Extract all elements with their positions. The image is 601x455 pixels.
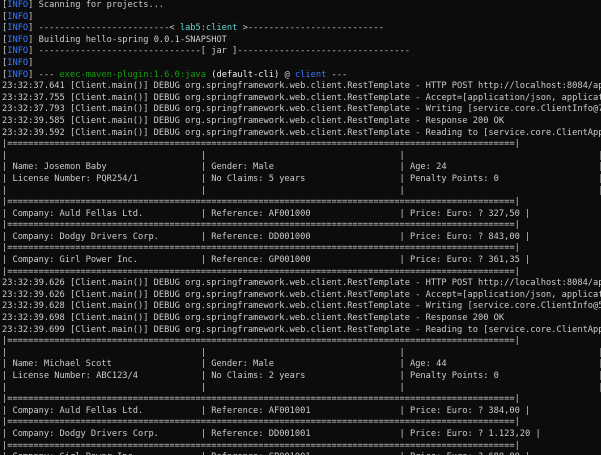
info-tag: INFO [7, 34, 29, 45]
terminal-line: | | | | [2, 348, 601, 360]
terminal-line: 23:32:37.793 [Client.main()] DEBUG org.s… [2, 104, 601, 116]
terminal-line: [INFO] [2, 58, 601, 70]
log-text: |=======================================… [2, 197, 520, 208]
terminal-line: 23:32:39.592 [Client.main()] DEBUG org.s… [2, 128, 601, 140]
log-text: | | | | [2, 150, 601, 161]
bracket: ] [28, 0, 39, 10]
terminal-line: | Name: Michael Scott | Gender: Male | A… [2, 359, 601, 371]
log-text: |=======================================… [2, 336, 520, 347]
info-tag: INFO [7, 57, 29, 68]
log-text: | | | | [2, 382, 601, 393]
terminal-line: 23:32:39.585 [Client.main()] DEBUG org.s… [2, 116, 601, 128]
bracket: ] [28, 34, 39, 45]
info-tag: INFO [7, 11, 29, 22]
log-text: | Company: Auld Fellas Ltd. | Reference:… [2, 405, 531, 416]
log-text: | License Number: ABC123/4 | No Claims: … [2, 371, 601, 381]
separator-text: --- [38, 69, 60, 80]
target-name: client [294, 69, 327, 80]
terminal-line: [INFO] -------------------------------[ … [2, 46, 601, 58]
terminal-line: |=======================================… [2, 336, 601, 348]
log-text: | Company: Dodgy Drivers Corp. | Referen… [2, 231, 531, 242]
info-tag: INFO [7, 23, 29, 34]
log-text: 23:32:39.626 [Client.main()] DEBUG org.s… [2, 289, 601, 300]
terminal-line: |=======================================… [2, 243, 601, 255]
terminal-line: | Name: Josemon Baby | Gender: Male | Ag… [2, 162, 601, 174]
log-text: 23:32:39.626 [Client.main()] DEBUG org.s… [2, 278, 601, 289]
terminal-line: 23:32:39.626 [Client.main()] DEBUG org.s… [2, 290, 601, 302]
terminal-line: | Company: Dodgy Drivers Corp. | Referen… [2, 232, 601, 244]
info-tag: INFO [7, 69, 29, 80]
terminal-line: | | | | [2, 383, 601, 395]
terminal-line: 23:32:37.641 [Client.main()] DEBUG org.s… [2, 81, 601, 93]
log-text: | License Number: PQR254/1 | No Claims: … [2, 173, 601, 184]
terminal-line: |=======================================… [2, 197, 601, 209]
bracket: ] [28, 57, 39, 68]
at-text: @ [284, 69, 295, 80]
terminal-line: [INFO] -------------------------< lab5:c… [2, 23, 601, 35]
info-tag: INFO [7, 46, 29, 57]
terminal-line: 23:32:37.755 [Client.main()] DEBUG org.s… [2, 93, 601, 105]
log-text: 23:32:39.698 [Client.main()] DEBUG org.s… [2, 313, 505, 324]
terminal-line: | Company: Auld Fellas Ltd. | Reference:… [2, 209, 601, 221]
terminal-line: 23:32:39.698 [Client.main()] DEBUG org.s… [2, 313, 601, 325]
log-text: |=======================================… [2, 139, 520, 150]
separator-text: -------------------------< [38, 23, 180, 34]
log-text: | Company: Girl Power Inc. | Reference: … [2, 255, 531, 266]
log-text: | Name: Josemon Baby | Gender: Male | Ag… [2, 162, 601, 173]
terminal-line: 23:32:39.628 [Client.main()] DEBUG org.s… [2, 301, 601, 313]
terminal-line: [INFO] Scanning for projects... [2, 0, 601, 12]
log-text: 23:32:39.628 [Client.main()] DEBUG org.s… [2, 301, 601, 312]
log-text: |=======================================… [2, 417, 520, 428]
separator-text: >-------------------------- [237, 23, 384, 34]
terminal-window[interactable]: [INFO] Scanning for projects... [INFO] [I… [0, 0, 601, 455]
terminal-line: |=======================================… [2, 267, 601, 279]
module-name: lab5:client [179, 23, 238, 34]
terminal-line: |=======================================… [2, 417, 601, 429]
log-text: 23:32:39.592 [Client.main()] DEBUG org.s… [2, 127, 601, 138]
bracket: ] [28, 23, 39, 34]
log-text: 23:32:37.755 [Client.main()] DEBUG org.s… [2, 92, 601, 103]
terminal-line: | Company: Auld Fellas Ltd. | Reference:… [2, 406, 601, 418]
terminal-line: [INFO] [2, 12, 601, 24]
log-text: | | | | [2, 347, 601, 358]
separator-text: --- [326, 69, 348, 80]
plugin-name: exec-maven-plugin:1.6.0:java [59, 69, 206, 80]
bracket: ] [28, 11, 39, 22]
log-text: 23:32:37.793 [Client.main()] DEBUG org.s… [2, 104, 601, 115]
terminal-line: |=======================================… [2, 139, 601, 151]
log-text: -------------------------------[ jar ]--… [38, 46, 410, 57]
terminal-line: [INFO] --- exec-maven-plugin:1.6.0:java … [2, 70, 601, 82]
bracket: ] [28, 69, 39, 80]
log-text: Building hello-spring 0.0.1-SNAPSHOT [38, 34, 227, 45]
log-text: 23:32:39.585 [Client.main()] DEBUG org.s… [2, 115, 505, 126]
bracket: ] [28, 46, 39, 57]
log-text: 23:32:37.641 [Client.main()] DEBUG org.s… [2, 81, 601, 92]
terminal-line: 23:32:39.626 [Client.main()] DEBUG org.s… [2, 278, 601, 290]
terminal-line: 23:32:39.699 [Client.main()] DEBUG org.s… [2, 325, 601, 337]
log-text: |=======================================… [2, 394, 520, 405]
terminal-line: |=======================================… [2, 441, 601, 453]
log-text: | Name: Michael Scott | Gender: Male | A… [2, 359, 601, 370]
terminal-line: | | | | [2, 186, 601, 198]
terminal-line: | License Number: PQR254/1 | No Claims: … [2, 174, 601, 186]
terminal-line: | License Number: ABC123/4 | No Claims: … [2, 371, 601, 383]
log-text: 23:32:39.699 [Client.main()] DEBUG org.s… [2, 324, 601, 335]
terminal-line: |=======================================… [2, 220, 601, 232]
log-text: | Company: Dodgy Drivers Corp. | Referen… [2, 428, 541, 439]
info-tag: INFO [7, 0, 29, 10]
terminal-line: | | | | [2, 151, 601, 163]
log-text: |=======================================… [2, 266, 520, 277]
goal-text: (default-cli) [206, 69, 285, 80]
log-text: | | | | [2, 185, 601, 196]
log-text: |=======================================… [2, 220, 520, 231]
terminal-line: |=======================================… [2, 394, 601, 406]
terminal-line: | Company: Girl Power Inc. | Reference: … [2, 255, 601, 267]
log-text: Scanning for projects... [38, 0, 165, 10]
terminal-line: | Company: Dodgy Drivers Corp. | Referen… [2, 429, 601, 441]
log-text: |=======================================… [2, 243, 520, 254]
log-text: | Company: Auld Fellas Ltd. | Reference:… [2, 208, 531, 219]
log-text: |=======================================… [2, 440, 520, 451]
terminal-line: [INFO] Building hello-spring 0.0.1-SNAPS… [2, 35, 601, 47]
